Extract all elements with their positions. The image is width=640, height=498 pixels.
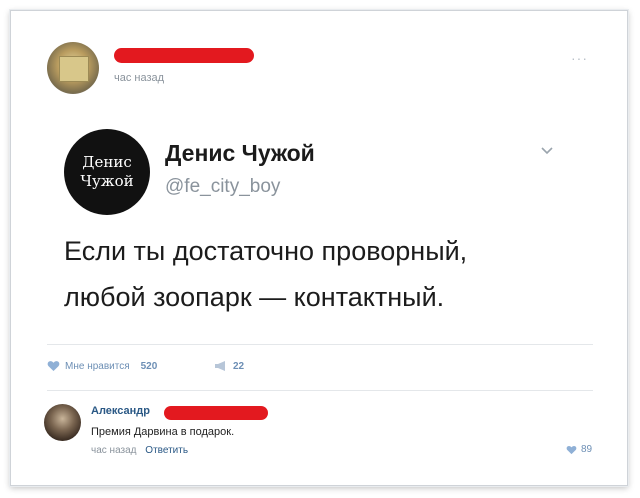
- like-label: Мне нравится: [65, 360, 130, 372]
- like-button[interactable]: Мне нравится 520: [47, 360, 157, 372]
- comment-like-count: 89: [581, 444, 593, 455]
- tweet-author-name[interactable]: Денис Чужой: [165, 140, 315, 167]
- reply-link[interactable]: Ответить: [145, 445, 188, 456]
- tweet-text: Если ты достаточно проворный, любой зооп…: [64, 228, 584, 320]
- tweet-text-line1: Если ты достаточно проворный,: [64, 236, 468, 266]
- heart-icon: [47, 361, 60, 371]
- redacted-author-name: [114, 48, 254, 63]
- share-button[interactable]: 22: [214, 360, 244, 372]
- comment-text: Премия Дарвина в подарок.: [91, 426, 235, 438]
- heart-icon: [566, 445, 577, 454]
- tweet-text-line2: любой зоопарк — контактный.: [64, 282, 445, 312]
- divider: [47, 390, 593, 391]
- post-time[interactable]: час назад: [114, 72, 164, 84]
- tweet-author-handle[interactable]: @fe_city_boy: [165, 176, 280, 198]
- tweet-avatar[interactable]: Денис Чужой: [64, 129, 150, 215]
- comment-like-button[interactable]: 89: [566, 444, 592, 455]
- share-count: 22: [233, 360, 245, 372]
- tweet-avatar-line2: Чужой: [80, 172, 134, 190]
- megaphone-icon: [215, 361, 225, 371]
- chevron-down-icon[interactable]: [540, 144, 554, 158]
- post-menu-icon[interactable]: ···: [571, 50, 588, 66]
- redacted-author-surname: [164, 406, 268, 420]
- post-author-avatar[interactable]: [47, 42, 99, 94]
- comment-author-avatar[interactable]: [44, 404, 81, 441]
- comment-meta: час назад Ответить: [91, 445, 188, 456]
- comment-time[interactable]: час назад: [91, 445, 137, 456]
- building-image: [59, 56, 89, 82]
- comment-author-name[interactable]: Александр: [91, 405, 150, 417]
- divider: [47, 344, 593, 345]
- like-count: 520: [140, 360, 158, 372]
- tweet-avatar-line1: Денис: [82, 153, 132, 171]
